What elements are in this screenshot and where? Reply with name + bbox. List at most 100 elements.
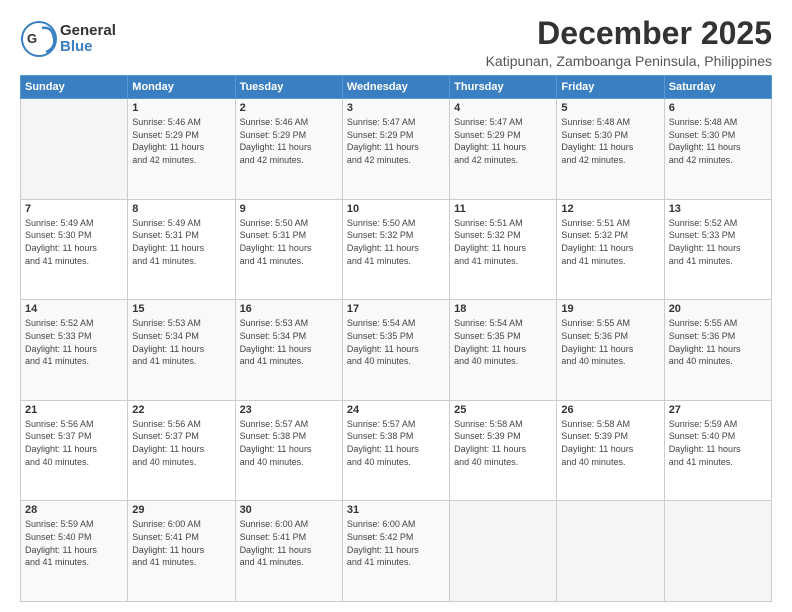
- day-cell: 9 Sunrise: 5:50 AM Sunset: 5:31 PM Daylig…: [235, 199, 342, 300]
- logo-blue: Blue: [60, 39, 116, 56]
- day-cell: 27 Sunrise: 5:59 AM Sunset: 5:40 PM Dayli…: [664, 400, 771, 501]
- calendar-title: December 2025: [116, 16, 772, 51]
- day-number: 1: [132, 102, 230, 114]
- day-number: 18: [454, 303, 552, 315]
- day-cell: 21 Sunrise: 5:56 AM Sunset: 5:37 PM Dayli…: [21, 400, 128, 501]
- day-number: 2: [240, 102, 338, 114]
- day-cell: 17Sunrise: 5:54 AM Sunset: 5:35 PM Dayli…: [342, 300, 449, 401]
- day-cell: 4Sunrise: 5:47 AM Sunset: 5:29 PM Daylig…: [450, 99, 557, 200]
- week-row-1: 1 Sunrise: 5:46 AM Sunset: 5:29 PM Daylig…: [21, 99, 772, 200]
- logo-icon: G: [20, 20, 58, 58]
- day-cell: 10 Sunrise: 5:50 AM Sunset: 5:32 PM Dayli…: [342, 199, 449, 300]
- day-number: 15: [132, 303, 230, 315]
- day-number: 4: [454, 102, 552, 114]
- day-number: 3: [347, 102, 445, 114]
- day-info: Sunrise: 5:49 AM Sunset: 5:30 PM Dayligh…: [25, 217, 123, 267]
- day-info: Sunrise: 5:51 AM Sunset: 5:32 PM Dayligh…: [561, 217, 659, 267]
- day-cell: 7 Sunrise: 5:49 AM Sunset: 5:30 PM Daylig…: [21, 199, 128, 300]
- day-number: 19: [561, 303, 659, 315]
- day-number: 7: [25, 203, 123, 215]
- day-cell: 6Sunrise: 5:48 AM Sunset: 5:30 PM Daylig…: [664, 99, 771, 200]
- day-info: Sunrise: 5:53 AM Sunset: 5:34 PM Dayligh…: [132, 317, 230, 367]
- day-number: 22: [132, 404, 230, 416]
- day-cell: 22Sunrise: 5:56 AM Sunset: 5:37 PM Dayli…: [128, 400, 235, 501]
- day-info: Sunrise: 5:48 AM Sunset: 5:30 PM Dayligh…: [561, 116, 659, 166]
- day-cell: 11Sunrise: 5:51 AM Sunset: 5:32 PM Dayli…: [450, 199, 557, 300]
- day-cell: 15 Sunrise: 5:53 AM Sunset: 5:34 PM Dayli…: [128, 300, 235, 401]
- svg-text:G: G: [27, 31, 37, 46]
- day-cell: 29Sunrise: 6:00 AM Sunset: 5:41 PM Dayli…: [128, 501, 235, 602]
- day-number: 12: [561, 203, 659, 215]
- day-cell: 23Sunrise: 5:57 AM Sunset: 5:38 PM Dayli…: [235, 400, 342, 501]
- day-info: Sunrise: 5:46 AM Sunset: 5:29 PM Dayligh…: [132, 116, 230, 166]
- day-number: 10: [347, 203, 445, 215]
- day-info: Sunrise: 5:46 AM Sunset: 5:29 PM Dayligh…: [240, 116, 338, 166]
- day-info: Sunrise: 5:54 AM Sunset: 5:35 PM Dayligh…: [454, 317, 552, 367]
- day-cell: 8Sunrise: 5:49 AM Sunset: 5:31 PM Daylig…: [128, 199, 235, 300]
- day-info: Sunrise: 5:55 AM Sunset: 5:36 PM Dayligh…: [561, 317, 659, 367]
- day-number: 14: [25, 303, 123, 315]
- title-block: December 2025 Katipunan, Zamboanga Penin…: [116, 16, 772, 69]
- header-thursday: Thursday: [450, 76, 557, 99]
- day-cell: 28 Sunrise: 5:59 AM Sunset: 5:40 PM Dayli…: [21, 501, 128, 602]
- day-number: 29: [132, 504, 230, 516]
- day-info: Sunrise: 5:56 AM Sunset: 5:37 PM Dayligh…: [25, 418, 123, 468]
- day-info: Sunrise: 6:00 AM Sunset: 5:42 PM Dayligh…: [347, 518, 445, 568]
- day-cell: 31Sunrise: 6:00 AM Sunset: 5:42 PM Dayli…: [342, 501, 449, 602]
- day-info: Sunrise: 5:51 AM Sunset: 5:32 PM Dayligh…: [454, 217, 552, 267]
- day-info: Sunrise: 5:48 AM Sunset: 5:30 PM Dayligh…: [669, 116, 767, 166]
- day-info: Sunrise: 5:59 AM Sunset: 5:40 PM Dayligh…: [669, 418, 767, 468]
- day-info: Sunrise: 6:00 AM Sunset: 5:41 PM Dayligh…: [240, 518, 338, 568]
- header-monday: Monday: [128, 76, 235, 99]
- day-cell: 14 Sunrise: 5:52 AM Sunset: 5:33 PM Dayli…: [21, 300, 128, 401]
- day-info: Sunrise: 5:52 AM Sunset: 5:33 PM Dayligh…: [25, 317, 123, 367]
- day-info: Sunrise: 5:58 AM Sunset: 5:39 PM Dayligh…: [561, 418, 659, 468]
- day-number: 9: [240, 203, 338, 215]
- header-saturday: Saturday: [664, 76, 771, 99]
- day-cell: 12 Sunrise: 5:51 AM Sunset: 5:32 PM Dayli…: [557, 199, 664, 300]
- calendar-subtitle: Katipunan, Zamboanga Peninsula, Philippi…: [116, 53, 772, 69]
- day-number: 26: [561, 404, 659, 416]
- day-number: 25: [454, 404, 552, 416]
- day-number: 16: [240, 303, 338, 315]
- week-row-3: 14 Sunrise: 5:52 AM Sunset: 5:33 PM Dayli…: [21, 300, 772, 401]
- day-number: 24: [347, 404, 445, 416]
- day-info: Sunrise: 5:58 AM Sunset: 5:39 PM Dayligh…: [454, 418, 552, 468]
- header-sunday: Sunday: [21, 76, 128, 99]
- day-cell: 20 Sunrise: 5:55 AM Sunset: 5:36 PM Dayli…: [664, 300, 771, 401]
- day-info: Sunrise: 5:59 AM Sunset: 5:40 PM Dayligh…: [25, 518, 123, 568]
- calendar-table: SundayMondayTuesdayWednesdayThursdayFrid…: [20, 75, 772, 602]
- day-number: 21: [25, 404, 123, 416]
- day-info: Sunrise: 5:47 AM Sunset: 5:29 PM Dayligh…: [347, 116, 445, 166]
- logo-general: General: [60, 23, 116, 40]
- day-cell: 30Sunrise: 6:00 AM Sunset: 5:41 PM Dayli…: [235, 501, 342, 602]
- day-info: Sunrise: 5:50 AM Sunset: 5:32 PM Dayligh…: [347, 217, 445, 267]
- day-cell: 25 Sunrise: 5:58 AM Sunset: 5:39 PM Dayli…: [450, 400, 557, 501]
- day-info: Sunrise: 5:57 AM Sunset: 5:38 PM Dayligh…: [347, 418, 445, 468]
- day-number: 28: [25, 504, 123, 516]
- calendar-header-row: SundayMondayTuesdayWednesdayThursdayFrid…: [21, 76, 772, 99]
- day-cell: 16 Sunrise: 5:53 AM Sunset: 5:34 PM Dayli…: [235, 300, 342, 401]
- day-cell: 13 Sunrise: 5:52 AM Sunset: 5:33 PM Dayli…: [664, 199, 771, 300]
- day-cell: [21, 99, 128, 200]
- day-number: 27: [669, 404, 767, 416]
- day-cell: 24 Sunrise: 5:57 AM Sunset: 5:38 PM Dayli…: [342, 400, 449, 501]
- day-info: Sunrise: 5:55 AM Sunset: 5:36 PM Dayligh…: [669, 317, 767, 367]
- logo: G General Blue: [20, 20, 116, 58]
- day-info: Sunrise: 5:53 AM Sunset: 5:34 PM Dayligh…: [240, 317, 338, 367]
- week-row-5: 28 Sunrise: 5:59 AM Sunset: 5:40 PM Dayli…: [21, 501, 772, 602]
- day-number: 23: [240, 404, 338, 416]
- header-wednesday: Wednesday: [342, 76, 449, 99]
- day-number: 13: [669, 203, 767, 215]
- day-number: 20: [669, 303, 767, 315]
- day-info: Sunrise: 5:50 AM Sunset: 5:31 PM Dayligh…: [240, 217, 338, 267]
- day-cell: 19 Sunrise: 5:55 AM Sunset: 5:36 PM Dayli…: [557, 300, 664, 401]
- day-cell: 5Sunrise: 5:48 AM Sunset: 5:30 PM Daylig…: [557, 99, 664, 200]
- week-row-4: 21 Sunrise: 5:56 AM Sunset: 5:37 PM Dayli…: [21, 400, 772, 501]
- day-cell: 18 Sunrise: 5:54 AM Sunset: 5:35 PM Dayli…: [450, 300, 557, 401]
- day-cell: 26 Sunrise: 5:58 AM Sunset: 5:39 PM Dayli…: [557, 400, 664, 501]
- day-info: Sunrise: 5:52 AM Sunset: 5:33 PM Dayligh…: [669, 217, 767, 267]
- week-row-2: 7 Sunrise: 5:49 AM Sunset: 5:30 PM Daylig…: [21, 199, 772, 300]
- header-tuesday: Tuesday: [235, 76, 342, 99]
- day-cell: 3 Sunrise: 5:47 AM Sunset: 5:29 PM Daylig…: [342, 99, 449, 200]
